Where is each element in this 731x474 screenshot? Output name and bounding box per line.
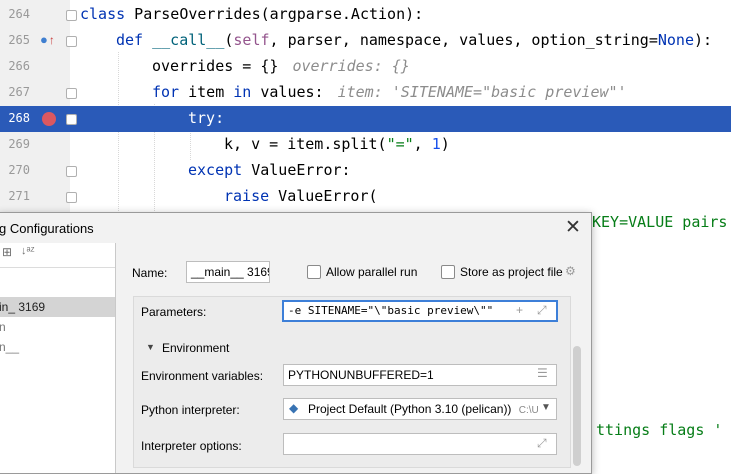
code-text: k, v = item.split("=", 1): [224, 135, 450, 153]
code-line-268-current[interactable]: 268 try:: [0, 106, 731, 132]
tree-item[interactable]: n: [0, 317, 115, 337]
line-number: 264: [8, 7, 30, 21]
store-as-project-label: Store as project file: [460, 265, 563, 279]
tree-toolbar: ⊞ ↓ᵃᶻ: [0, 243, 115, 268]
parameters-value: -e SITENAME="\"basic preview\"": [288, 304, 494, 317]
code-fragment: KEY=VALUE pairs: [592, 213, 728, 231]
fold-marker-icon[interactable]: [66, 192, 77, 203]
line-number: 267: [8, 85, 30, 99]
code-text: raise ValueError(: [224, 187, 378, 205]
fold-marker-icon[interactable]: [66, 166, 77, 177]
overrides-method-icon[interactable]: ●↑: [40, 32, 55, 47]
tree-item-label: in_ 3169: [0, 300, 46, 314]
fold-marker-icon[interactable]: [66, 10, 77, 21]
fold-marker-icon[interactable]: [66, 36, 77, 47]
code-text: def __call__(self, parser, namespace, va…: [116, 31, 713, 49]
fold-marker-icon[interactable]: [66, 88, 77, 99]
code-fragment: ttings flags ': [596, 421, 723, 439]
plus-icon[interactable]: +: [516, 303, 523, 317]
env-vars-label: Environment variables:: [141, 369, 264, 383]
code-line-267[interactable]: 267 for item in values: item: 'SITENAME="…: [0, 80, 731, 106]
interpreter-name: Project Default (Python 3.10 (pelican)): [308, 402, 512, 416]
name-label: Name:: [132, 266, 168, 280]
inline-debug-value: overrides: {}: [292, 57, 410, 75]
python-icon: ◆: [289, 401, 299, 415]
gear-icon[interactable]: ⚙: [565, 264, 576, 278]
code-text: class ParseOverrides(argparse.Action):: [80, 5, 424, 23]
env-vars-field[interactable]: PYTHONUNBUFFERED=1: [283, 364, 557, 386]
code-line-269[interactable]: 269 k, v = item.split("=", 1): [0, 132, 731, 158]
breakpoint-icon[interactable]: [42, 112, 56, 126]
chevron-down-icon[interactable]: ▼: [541, 402, 551, 413]
line-number: 271: [8, 189, 30, 203]
add-configuration-icon[interactable]: ⊞: [2, 245, 12, 259]
name-field[interactable]: __main__ 3169: [186, 261, 270, 283]
python-interpreter-select[interactable]: Project Default (Python 3.10 (pelican)) …: [283, 398, 557, 420]
line-number: 270: [8, 163, 30, 177]
chevron-down-icon[interactable]: ▼: [146, 342, 155, 352]
code-line-271[interactable]: 271 raise ValueError(: [0, 184, 731, 210]
line-number: 266: [8, 59, 30, 73]
sort-icon[interactable]: ↓ᵃᶻ: [21, 245, 35, 257]
interpreter-options-field[interactable]: [283, 433, 557, 455]
environment-section-title[interactable]: Environment: [162, 341, 229, 355]
python-interpreter-label: Python interpreter:: [141, 403, 240, 417]
dialog-title: g Configurations: [0, 221, 94, 236]
close-icon[interactable]: ✕: [565, 216, 581, 239]
code-line-270[interactable]: 270 except ValueError:: [0, 158, 731, 184]
tree-item-label: n__: [0, 340, 20, 354]
document-icon[interactable]: ☰: [537, 366, 548, 380]
tree-item-selected[interactable]: in_ 3169: [0, 297, 115, 317]
allow-parallel-label: Allow parallel run: [326, 265, 418, 279]
code-text: try:: [188, 109, 225, 127]
expand-icon[interactable]: ⤢: [537, 436, 547, 451]
configurations-tree[interactable]: ⊞ ↓ᵃᶻ in_ 3169 n n__: [0, 243, 116, 473]
code-line-264[interactable]: 264 class ParseOverrides(argparse.Action…: [0, 2, 731, 28]
code-line-266[interactable]: 266 overrides = {} overrides: {}: [0, 54, 731, 80]
code-text: for item in values: item: 'SITENAME="basi…: [152, 83, 627, 101]
scrollbar[interactable]: [573, 346, 581, 466]
interpreter-path: C:\U: [518, 405, 539, 416]
tree-item-label: n: [0, 320, 6, 334]
line-number: 265: [8, 33, 30, 47]
fold-marker-icon[interactable]: [66, 114, 77, 125]
inline-debug-value: item: 'SITENAME="basic preview"': [337, 83, 627, 101]
line-number: 268: [8, 111, 30, 125]
code-text: except ValueError:: [188, 161, 351, 179]
interpreter-options-label: Interpreter options:: [141, 439, 242, 453]
parameters-label: Parameters:: [141, 305, 207, 319]
code-text: overrides = {} overrides: {}: [152, 57, 410, 75]
code-line-265[interactable]: 265 ●↑ def __call__(self, parser, namesp…: [0, 28, 731, 54]
store-as-project-checkbox[interactable]: [441, 265, 455, 279]
tree-item[interactable]: n__: [0, 337, 115, 357]
allow-parallel-checkbox[interactable]: [307, 265, 321, 279]
expand-icon[interactable]: ⤢: [537, 303, 547, 318]
line-number: 269: [8, 137, 30, 151]
